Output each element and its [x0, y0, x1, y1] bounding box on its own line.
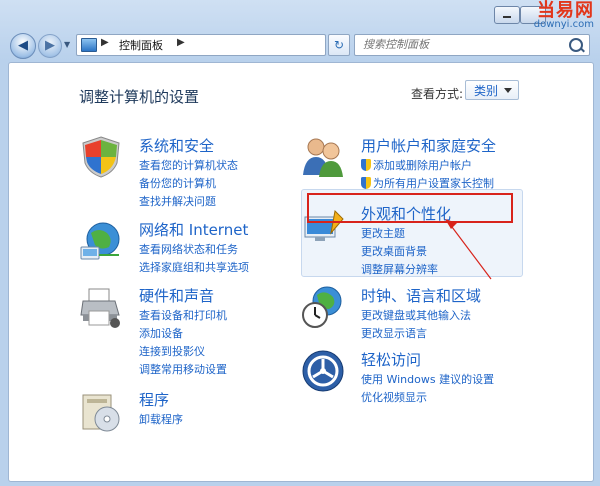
network-globe-icon[interactable] [79, 219, 123, 263]
link-add-remove-accounts[interactable]: 添加或删除用户帐户 [361, 157, 494, 175]
recent-pages-dropdown-icon[interactable]: ▼ [64, 40, 70, 49]
category-title[interactable]: 网络和 Internet [139, 219, 248, 240]
link-parental-controls[interactable]: 为所有用户设置家长控制 [361, 175, 494, 193]
forward-button[interactable]: ▶ [38, 34, 62, 58]
category-title[interactable]: 系统和安全 [139, 135, 214, 156]
search-box[interactable] [354, 34, 590, 56]
uac-shield-icon [361, 177, 371, 189]
breadcrumb-separator-icon[interactable]: ▶ [177, 37, 185, 48]
watermark-logo: 当易网 downyi.com [533, 0, 594, 30]
uac-shield-icon [361, 159, 371, 171]
control-panel-icon [81, 38, 97, 52]
category-title[interactable]: 硬件和声音 [139, 285, 214, 306]
link-view-network-status[interactable]: 查看网络状态和任务 [139, 241, 249, 259]
annotation-arrow-icon [445, 219, 492, 280]
link-change-keyboard-input[interactable]: 更改键盘或其他输入法 [361, 307, 471, 325]
link-optimize-visual-display[interactable]: 优化视频显示 [361, 389, 494, 407]
link-change-desktop-background[interactable]: 更改桌面背景 [361, 243, 438, 261]
view-by-value: 类别 [474, 84, 499, 98]
breadcrumb-separator-icon[interactable]: ▶ [101, 37, 109, 48]
breadcrumb-control-panel[interactable]: 控制面板 [119, 37, 163, 53]
control-panel-content: 调整计算机的设置 查看方式: 类别 系统和安全 查看您的计算机状态 备份您的计算… [8, 62, 594, 482]
refresh-icon: ↻ [333, 38, 345, 52]
link-homegroup-sharing[interactable]: 选择家庭组和共享选项 [139, 259, 249, 277]
view-by-dropdown[interactable]: 类别 [465, 80, 519, 100]
link-windows-suggested-settings[interactable]: 使用 Windows 建议的设置 [361, 371, 494, 389]
link-troubleshoot[interactable]: 查找并解决问题 [139, 193, 238, 211]
link-devices-printers[interactable]: 查看设备和打印机 [139, 307, 227, 325]
back-button[interactable]: ◀ [10, 33, 36, 59]
refresh-button[interactable]: ↻ [328, 34, 350, 56]
shield-icon[interactable] [79, 135, 123, 179]
ease-of-access-icon[interactable] [301, 349, 345, 393]
link-change-display-language[interactable]: 更改显示语言 [361, 325, 471, 343]
search-icon[interactable] [569, 38, 583, 52]
users-icon[interactable] [301, 135, 345, 179]
category-title[interactable]: 用户帐户和家庭安全 [361, 135, 496, 156]
view-by-label: 查看方式: [411, 87, 464, 101]
clock-globe-icon[interactable] [301, 285, 345, 329]
search-input[interactable] [363, 38, 559, 51]
link-mobility-settings[interactable]: 调整常用移动设置 [139, 361, 227, 379]
window-frame: 当易网 downyi.com ◀ ▶ ▼ ▶ 控制面板 ▶ ▼ ↻ 调整计算机的… [0, 0, 600, 486]
link-uninstall-program[interactable]: 卸载程序 [139, 411, 183, 429]
link-view-computer-status[interactable]: 查看您的计算机状态 [139, 157, 238, 175]
link-add-device[interactable]: 添加设备 [139, 325, 227, 343]
link-connect-projector[interactable]: 连接到投影仪 [139, 343, 227, 361]
address-row: ◀ ▶ ▼ ▶ 控制面板 ▶ ▼ ↻ [0, 30, 600, 60]
category-title[interactable]: 时钟、语言和区域 [361, 285, 481, 306]
link-backup-computer[interactable]: 备份您的计算机 [139, 175, 238, 193]
minimize-button[interactable] [494, 6, 520, 24]
link-adjust-resolution[interactable]: 调整屏幕分辨率 [361, 261, 438, 279]
category-title[interactable]: 程序 [139, 389, 169, 410]
printer-icon[interactable] [79, 285, 123, 329]
address-bar[interactable]: ▶ 控制面板 ▶ ▼ [76, 34, 397, 56]
page-title: 调整计算机的设置 [79, 88, 200, 106]
chevron-down-icon [504, 88, 512, 93]
title-bar: 当易网 downyi.com [0, 0, 600, 30]
link-change-theme[interactable]: 更改主题 [361, 225, 438, 243]
category-title[interactable]: 轻松访问 [361, 349, 421, 370]
programs-icon[interactable] [79, 389, 123, 433]
